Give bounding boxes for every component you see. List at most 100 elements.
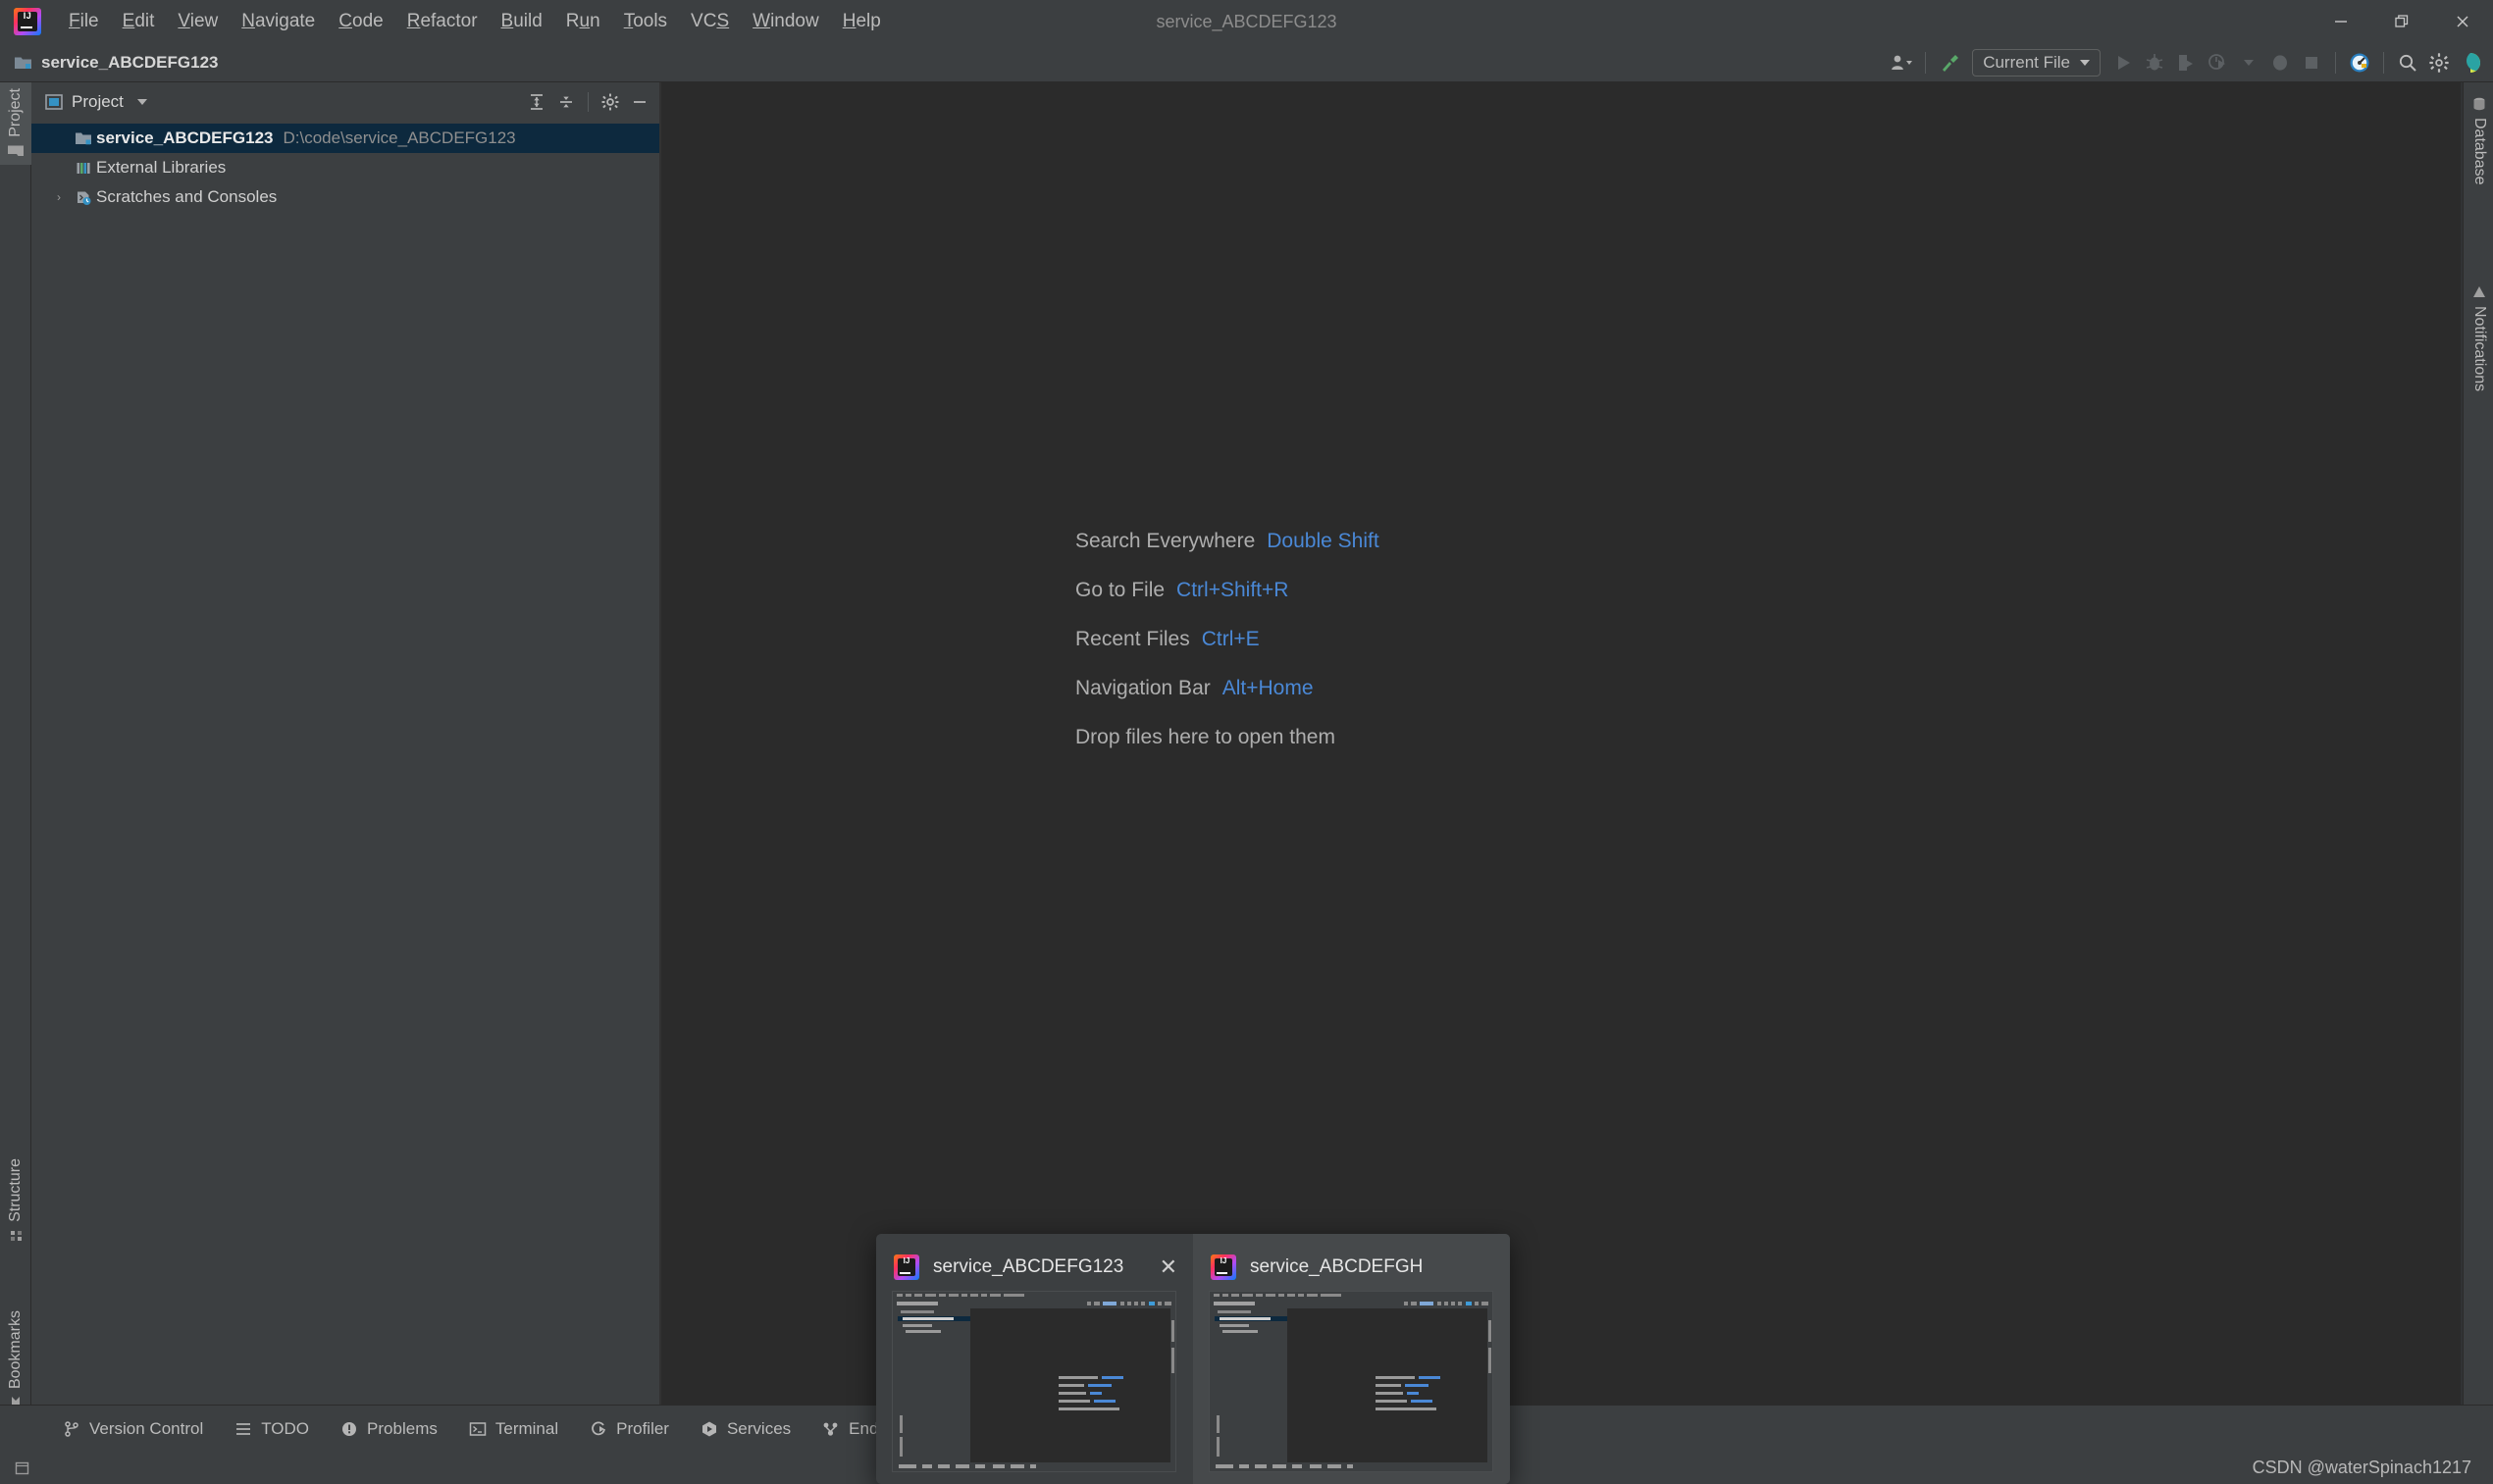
main-toolbar: service_ABCDEFG123 Current File: [0, 43, 2493, 82]
gear-settings-icon[interactable]: [597, 88, 624, 116]
title-bar: IJ File Edit View Navigate Code Refactor…: [0, 0, 2493, 43]
status-window-icon[interactable]: [14, 1459, 31, 1477]
editor-empty-area[interactable]: Search Everywhere Double Shift Go to Fil…: [661, 82, 2463, 1436]
project-tree[interactable]: service_ABCDEFG123 D:\code\service_ABCDE…: [31, 122, 659, 212]
tree-node-name: Scratches and Consoles: [96, 187, 277, 207]
table-row[interactable]: service_ABCDEFG123 D:\code\service_ABCDE…: [31, 124, 659, 153]
tool-button-label: Terminal: [495, 1419, 558, 1439]
hammer-build-icon[interactable]: [1935, 48, 1964, 77]
run-configuration-selector[interactable]: Current File: [1972, 49, 2101, 77]
toolbar-project-name: service_ABCDEFG123: [41, 53, 218, 73]
menu-view[interactable]: View: [166, 7, 230, 36]
menu-edit[interactable]: Edit: [111, 7, 167, 36]
stop-square-icon[interactable]: [2297, 48, 2326, 77]
run-icon[interactable]: [2108, 48, 2138, 77]
minimize-button[interactable]: [2311, 0, 2371, 43]
tool-button-problems[interactable]: Problems: [325, 1414, 453, 1444]
sidebar-item-notifications-label: Notifications: [2470, 306, 2488, 391]
sidebar-item-bookmarks[interactable]: Bookmarks: [0, 1305, 31, 1418]
hint-label: Recent Files: [1075, 628, 1190, 651]
hint-shortcut: Ctrl+Shift+R: [1176, 579, 1288, 602]
branch-icon: [63, 1420, 80, 1438]
menu-build[interactable]: Build: [490, 7, 554, 36]
stop-icon[interactable]: [2265, 48, 2295, 77]
menu-window[interactable]: Window: [741, 7, 831, 36]
menu-refactor[interactable]: Refactor: [395, 7, 490, 36]
left-tool-stripe: Project Structure Bookmarks: [0, 82, 31, 1436]
sidebar-item-database[interactable]: Database: [2464, 90, 2493, 191]
switcher-tile-1[interactable]: IJ service_ABCDEFG123 ✕: [876, 1234, 1193, 1484]
hint-label: Navigation Bar: [1075, 677, 1211, 700]
hint-search-everywhere: Search Everywhere Double Shift: [1075, 530, 1379, 553]
menu-run[interactable]: Run: [554, 7, 612, 36]
tool-button-label: Profiler: [616, 1419, 669, 1439]
dashboard-icon[interactable]: [2345, 48, 2374, 77]
window-controls[interactable]: [2311, 0, 2493, 43]
menu-vcs[interactable]: VCS: [679, 7, 741, 36]
debug-icon[interactable]: [2140, 48, 2169, 77]
project-window-icon: [45, 93, 63, 111]
tool-button-label: TODO: [261, 1419, 309, 1439]
search-icon[interactable]: [2393, 48, 2422, 77]
menu-tools[interactable]: Tools: [612, 7, 679, 36]
window-title-text: service_ABCDEFG123: [1156, 12, 1336, 32]
switcher-tile-2-thumbnail: [1209, 1291, 1493, 1472]
profile-icon[interactable]: [2203, 48, 2232, 77]
run-with-coverage-icon[interactable]: [2171, 48, 2201, 77]
intellij-logo-icon: IJ: [14, 8, 41, 35]
right-tool-stripe: Database Notifications: [2463, 82, 2493, 1436]
editor-scrollbar-track[interactable]: [2461, 82, 2463, 1436]
collapse-all-icon[interactable]: [552, 88, 580, 116]
profiler-icon: [590, 1420, 607, 1438]
chevron-down-icon[interactable]: [137, 99, 147, 105]
services-icon: [701, 1420, 718, 1438]
hint-shortcut: Alt+Home: [1222, 677, 1314, 700]
table-row[interactable]: › Scratches and Consoles: [31, 182, 659, 212]
sidebar-item-project[interactable]: Project: [0, 82, 31, 165]
menu-bar[interactable]: File Edit View Navigate Code Refactor Bu…: [57, 7, 893, 36]
libraries-icon: [75, 160, 96, 177]
run-config-label: Current File: [1983, 53, 2070, 73]
hint-label: Drop files here to open them: [1075, 726, 1335, 749]
close-icon[interactable]: ✕: [1160, 1254, 1177, 1280]
menu-navigate[interactable]: Navigate: [230, 7, 327, 36]
table-row[interactable]: External Libraries: [31, 153, 659, 182]
structure-icon: [8, 1228, 24, 1244]
tree-arrow-expand[interactable]: ›: [57, 190, 75, 204]
avatar-icon[interactable]: [2456, 48, 2485, 77]
menu-file[interactable]: File: [57, 7, 111, 36]
sidebar-item-notifications[interactable]: Notifications: [2464, 279, 2493, 397]
chevron-down-icon: [2080, 60, 2090, 66]
tool-button-profiler[interactable]: Profiler: [574, 1414, 685, 1444]
toolbar-project-chip[interactable]: service_ABCDEFG123: [14, 53, 218, 73]
sidebar-item-structure[interactable]: Structure: [0, 1152, 31, 1250]
tool-button-todo[interactable]: TODO: [219, 1414, 325, 1444]
hint-label: Go to File: [1075, 579, 1165, 602]
tool-button-terminal[interactable]: Terminal: [453, 1414, 574, 1444]
restore-button[interactable]: [2371, 0, 2432, 43]
user-account-icon[interactable]: [1887, 48, 1916, 77]
editor-shortcut-hints: Search Everywhere Double Shift Go to Fil…: [1075, 530, 1379, 775]
tool-button-label: Version Control: [89, 1419, 203, 1439]
intellij-logo-icon: IJ: [894, 1254, 919, 1280]
sidebar-item-project-label: Project: [7, 88, 25, 137]
csdn-watermark: CSDN @waterSpinach1217: [2253, 1458, 2471, 1478]
intellij-logo-icon: IJ: [1211, 1254, 1236, 1280]
module-folder-icon: [14, 54, 33, 72]
tool-button-services[interactable]: Services: [685, 1414, 806, 1444]
switcher-tile-1-title: service_ABCDEFG123: [933, 1256, 1123, 1278]
project-folder-icon: [7, 143, 25, 159]
notifications-icon: [2471, 284, 2487, 300]
menu-help[interactable]: Help: [831, 7, 893, 36]
more-run-options-icon[interactable]: [2234, 48, 2263, 77]
close-button[interactable]: [2432, 0, 2493, 43]
project-panel-title: Project: [72, 92, 124, 112]
menu-code[interactable]: Code: [327, 7, 394, 36]
hide-panel-icon[interactable]: [626, 88, 653, 116]
gear-settings-icon[interactable]: [2424, 48, 2454, 77]
switcher-tile-2[interactable]: IJ service_ABCDEFGH: [1193, 1234, 1510, 1484]
expand-all-icon[interactable]: [523, 88, 550, 116]
tool-button-version-control[interactable]: Version Control: [47, 1414, 219, 1444]
hint-shortcut: Double Shift: [1267, 530, 1378, 553]
window-switcher-popup[interactable]: IJ service_ABCDEFG123 ✕: [876, 1234, 1510, 1484]
